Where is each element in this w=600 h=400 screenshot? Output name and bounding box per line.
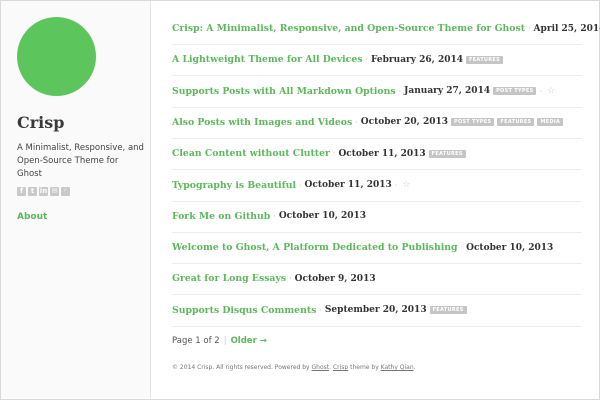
tag-badge[interactable]: MEDIA bbox=[537, 118, 564, 127]
post-row: Clean Content without Clutter · October 11… bbox=[172, 138, 582, 171]
separator-dot: · bbox=[332, 149, 336, 159]
ghost-link[interactable]: Ghost bbox=[312, 364, 330, 371]
linkedin-icon[interactable]: in bbox=[39, 187, 48, 196]
post-date: February 26, 2014 bbox=[371, 54, 463, 65]
post-title-link[interactable]: Typography is Beautiful bbox=[172, 180, 296, 191]
separator-dot: · bbox=[273, 211, 276, 221]
facebook-icon[interactable]: f bbox=[17, 187, 26, 196]
post-row: Also Posts with Images and Videos · Octobe… bbox=[172, 107, 582, 139]
separator-dot: · bbox=[394, 180, 398, 190]
post-row: Welcome to Ghost, A Platform Dedicated t… bbox=[172, 232, 582, 265]
star-icon[interactable]: ☆ bbox=[547, 86, 555, 96]
post-row: Supports Disqus Comments · September 20, 2… bbox=[172, 295, 582, 327]
post-title-link[interactable]: A Lightweight Theme for All Devices bbox=[172, 54, 362, 65]
email-icon[interactable]: ✉ bbox=[50, 187, 59, 196]
separator-dot: · bbox=[289, 274, 292, 284]
site-description: A Minimalist, Responsive, and Open-Sourc… bbox=[17, 143, 144, 179]
post-title-link[interactable]: Crisp: A Minimalist, Responsive, and Ope… bbox=[172, 23, 525, 34]
about-link[interactable]: About bbox=[17, 212, 47, 222]
post-date: April 25, 2014 bbox=[533, 23, 600, 34]
rss-icon[interactable]: ◜ bbox=[61, 187, 70, 196]
avatar[interactable] bbox=[17, 17, 96, 96]
separator-dot: · bbox=[319, 305, 322, 315]
tag-badge[interactable]: FEATURES bbox=[497, 118, 535, 127]
post-date: October 10, 2013 bbox=[278, 211, 367, 222]
social-links: f t in ✉ ◜ bbox=[17, 187, 70, 196]
tag-badge[interactable]: POST TYPES bbox=[451, 118, 495, 127]
post-date: January 27, 2014 bbox=[404, 86, 491, 97]
twitter-icon[interactable]: t bbox=[28, 187, 37, 196]
post-title-link[interactable]: Fork Me on Github bbox=[172, 211, 270, 222]
post-date: September 20, 2013 bbox=[324, 305, 427, 316]
tag-badge[interactable]: FEATURES bbox=[428, 149, 466, 158]
crisp-link[interactable]: Crisp bbox=[333, 364, 348, 371]
star-icon[interactable]: ☆ bbox=[402, 180, 410, 190]
post-title-link[interactable]: Clean Content without Clutter bbox=[172, 148, 330, 159]
site-title[interactable]: Crisp bbox=[17, 113, 64, 132]
post-title-link[interactable]: Supports Disqus Comments bbox=[172, 305, 316, 316]
post-row: Crisp: A Minimalist, Responsive, and Ope… bbox=[172, 13, 600, 45]
post-row: A Lightweight Theme for All Devices · Febr… bbox=[172, 44, 582, 77]
post-title-link[interactable]: Also Posts with Images and Videos bbox=[172, 117, 352, 128]
separator-dot: · bbox=[528, 24, 531, 33]
post-date: October 20, 2013 bbox=[360, 117, 448, 128]
older-posts-link[interactable]: Older → bbox=[231, 336, 267, 346]
separator-dot: · bbox=[355, 117, 358, 127]
separator-dot: · bbox=[460, 243, 464, 253]
pagination-divider: | bbox=[223, 336, 227, 346]
separator-dot: · bbox=[539, 86, 543, 96]
post-date: October 10, 2013 bbox=[466, 242, 554, 253]
post-row: Typography is Beautiful · October 11, 2013… bbox=[172, 170, 582, 202]
post-title-link[interactable]: Supports Posts with All Markdown Options bbox=[172, 86, 396, 97]
author-link[interactable]: Kathy Qian bbox=[381, 364, 414, 371]
footer-suffix: . bbox=[413, 364, 416, 371]
tag-badge[interactable]: FEATURES bbox=[429, 306, 467, 315]
post-title-link[interactable]: Welcome to Ghost, A Platform Dedicated t… bbox=[172, 242, 458, 253]
separator-dot: · bbox=[299, 180, 302, 190]
footer-prefix: © 2014 Crisp. All rights reserved. Power… bbox=[172, 364, 312, 371]
footer: © 2014 Crisp. All rights reserved. Power… bbox=[172, 364, 416, 371]
page-indicator: Page 1 of 2 bbox=[172, 336, 220, 346]
footer-theme-by: theme by bbox=[348, 364, 381, 371]
post-row: Great for Long Essays · October 9, 2013 bbox=[172, 263, 582, 296]
post-date: October 9, 2013 bbox=[294, 273, 376, 284]
post-date: October 11, 2013 bbox=[338, 148, 426, 159]
post-row: Supports Posts with All Markdown Options… bbox=[172, 76, 582, 108]
tag-badge[interactable]: FEATURES bbox=[466, 55, 504, 64]
pagination: Page 1 of 2 | Older → bbox=[172, 336, 267, 346]
sidebar: Crisp A Minimalist, Responsive, and Open… bbox=[1, 1, 151, 398]
separator-dot: · bbox=[398, 86, 402, 96]
tag-badge[interactable]: POST TYPES bbox=[493, 87, 537, 96]
post-row: Fork Me on Github · October 10, 2013 bbox=[172, 201, 582, 233]
post-date: October 11, 2013 bbox=[304, 180, 392, 190]
post-title-link[interactable]: Great for Long Essays bbox=[172, 273, 286, 284]
separator-dot: · bbox=[365, 55, 369, 65]
